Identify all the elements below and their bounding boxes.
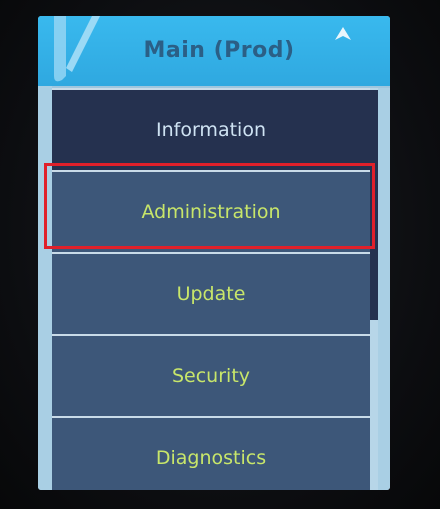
header-bar: Main (Prod) [38, 16, 390, 86]
left-rail [38, 86, 52, 490]
menu-item-label: Information [156, 119, 266, 141]
menu-item-administration[interactable]: Administration [52, 170, 370, 252]
menu-item-label: Security [171, 365, 251, 387]
menu-list: Information Administration Update Securi… [52, 88, 370, 490]
menu-item-label: Update [176, 283, 246, 305]
menu-item-information[interactable]: Information [52, 88, 370, 170]
scrollbar-thumb[interactable] [370, 90, 378, 320]
up-arrow-icon[interactable] [334, 26, 352, 42]
menu-item-label: Diagnostics [155, 447, 267, 469]
device-screen: Main (Prod) Information Administration U… [38, 16, 390, 490]
menu-item-update[interactable]: Update [52, 252, 370, 334]
menu-item-diagnostics[interactable]: Diagnostics [52, 416, 370, 490]
scrollbar[interactable] [370, 88, 390, 490]
menu-item-security[interactable]: Security [52, 334, 370, 416]
menu-item-label: Administration [141, 201, 281, 223]
